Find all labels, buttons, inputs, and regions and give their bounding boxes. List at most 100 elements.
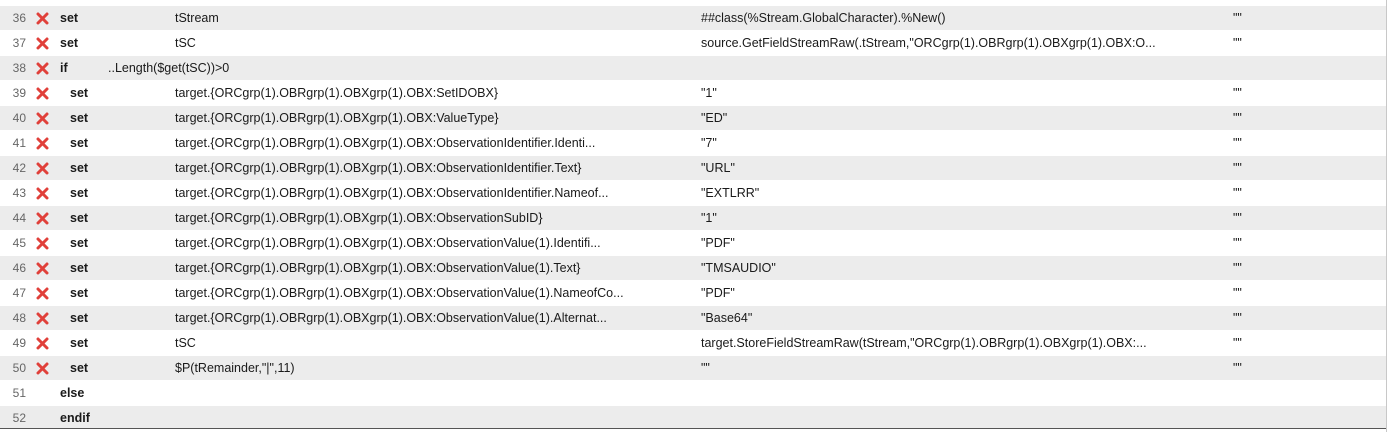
property-cell: target.{ORCgrp(1).OBRgrp(1).OBXgrp(1).OB… (175, 111, 499, 125)
action-row[interactable]: 41 set target.{ORCgrp(1).OBRgrp(1).OBXgrp(… (0, 131, 1387, 156)
action-keyword: set (70, 136, 89, 150)
action-row[interactable]: 42 set target.{ORCgrp(1).OBRgrp(1).OBXgrp(… (0, 156, 1387, 181)
action-keyword: set (70, 111, 89, 125)
action-row[interactable]: 51 else (0, 381, 1387, 406)
value-cell: "PDF" (701, 286, 735, 300)
action-row[interactable]: 45 set target.{ORCgrp(1).OBRgrp(1).OBXgrp(… (0, 231, 1387, 256)
property-cell: tStream (175, 11, 219, 25)
delete-x-icon[interactable] (34, 56, 50, 80)
property-cell: target.{ORCgrp(1).OBRgrp(1).OBXgrp(1).OB… (175, 236, 601, 250)
property-cell: target.{ORCgrp(1).OBRgrp(1).OBXgrp(1).OB… (175, 311, 607, 325)
action-cell: "" (1233, 136, 1242, 150)
line-number: 51 (12, 386, 26, 400)
value-cell: "ED" (701, 111, 728, 125)
action-cell: "" (1233, 286, 1242, 300)
action-keyword: else (60, 386, 85, 400)
line-number: 41 (12, 136, 26, 150)
delete-x-icon[interactable] (34, 31, 50, 55)
line-number: 46 (12, 261, 26, 275)
delete-x-icon[interactable] (34, 306, 50, 330)
delete-x-icon[interactable] (34, 131, 50, 155)
delete-x-icon[interactable] (34, 331, 50, 355)
delete-x-icon[interactable] (34, 256, 50, 280)
action-cell: "" (1233, 186, 1242, 200)
property-cell: tSC (175, 36, 196, 50)
value-cell: "TMSAUDIO" (701, 261, 776, 275)
property-cell: tSC (175, 336, 196, 350)
action-keyword: set (70, 261, 89, 275)
line-number: 52 (12, 411, 26, 425)
value-cell: ##class(%Stream.GlobalCharacter).%New() (701, 11, 946, 25)
line-number: 49 (12, 336, 26, 350)
property-cell: target.{ORCgrp(1).OBRgrp(1).OBXgrp(1).OB… (175, 161, 582, 175)
action-row[interactable]: 43 set target.{ORCgrp(1).OBRgrp(1).OBXgrp(… (0, 181, 1387, 206)
delete-x-icon[interactable] (34, 6, 50, 30)
action-row[interactable]: 49 set tSC target.StoreFieldStreamRaw(tStre… (0, 331, 1387, 356)
line-number: 37 (12, 36, 26, 50)
property-cell: target.{ORCgrp(1).OBRgrp(1).OBXgrp(1).OB… (175, 136, 596, 150)
action-row[interactable]: 50 set $P(tRemainder,"|",11) "" "" (0, 356, 1387, 381)
action-keyword: set (70, 236, 89, 250)
delete-x-icon[interactable] (34, 231, 50, 255)
property-cell: target.{ORCgrp(1).OBRgrp(1).OBXgrp(1).OB… (175, 86, 499, 100)
action-row[interactable]: 47 set target.{ORCgrp(1).OBRgrp(1).OBXgrp(… (0, 281, 1387, 306)
action-row[interactable]: 44 set target.{ORCgrp(1).OBRgrp(1).OBXgrp(… (0, 206, 1387, 231)
action-row[interactable]: 37 set tSC source.GetFieldStreamRaw(.tStrea… (0, 31, 1387, 56)
delete-x-icon[interactable] (34, 106, 50, 130)
property-cell: $P(tRemainder,"|",11) (175, 361, 295, 375)
action-row[interactable]: 48 set target.{ORCgrp(1).OBRgrp(1).OBXgrp(… (0, 306, 1387, 331)
delete-x-icon[interactable] (34, 156, 50, 180)
action-row[interactable]: 36 set tStream ##class(%Stream.GlobalCharac… (0, 6, 1387, 31)
action-cell: "" (1233, 236, 1242, 250)
line-number: 45 (12, 236, 26, 250)
action-keyword: endif (60, 411, 90, 425)
property-cell: target.{ORCgrp(1).OBRgrp(1).OBXgrp(1).OB… (175, 186, 609, 200)
line-number: 40 (12, 111, 26, 125)
action-cell: "" (1233, 86, 1242, 100)
value-cell: source.GetFieldStreamRaw(.tStream,"ORCgr… (701, 36, 1156, 50)
action-cell: "" (1233, 161, 1242, 175)
action-row[interactable]: 38 if ..Length($get(tSC))>0 (0, 56, 1387, 81)
delete-x-icon[interactable] (34, 356, 50, 380)
action-cell: "" (1233, 261, 1242, 275)
value-cell: "URL" (701, 161, 735, 175)
delete-x-icon[interactable] (34, 181, 50, 205)
action-keyword: set (70, 186, 89, 200)
action-row[interactable]: 40 set target.{ORCgrp(1).OBRgrp(1).OBXgrp(… (0, 106, 1387, 131)
line-number: 48 (12, 311, 26, 325)
value-cell: target.StoreFieldStreamRaw(tStream,"ORCg… (701, 336, 1147, 350)
line-number: 38 (12, 61, 26, 75)
property-cell: target.{ORCgrp(1).OBRgrp(1).OBXgrp(1).OB… (175, 286, 624, 300)
action-row[interactable]: 46 set target.{ORCgrp(1).OBRgrp(1).OBXgrp(… (0, 256, 1387, 281)
line-number: 43 (12, 186, 26, 200)
value-cell: "7" (701, 136, 717, 150)
value-cell: "Base64" (701, 311, 753, 325)
delete-x-icon[interactable] (34, 281, 50, 305)
action-keyword: set (70, 336, 89, 350)
dtl-action-table: 36 set tStream ##class(%Stream.GlobalCharac… (0, 0, 1387, 432)
delete-x-icon[interactable] (34, 206, 50, 230)
line-number: 44 (12, 211, 26, 225)
line-number: 42 (12, 161, 26, 175)
line-number: 50 (12, 361, 26, 375)
value-cell: "EXTLRR" (701, 186, 760, 200)
action-cell: "" (1233, 361, 1242, 375)
condition-text: ..Length($get(tSC))>0 (108, 61, 230, 75)
action-row[interactable]: 52 endif (0, 406, 1387, 429)
property-cell: target.{ORCgrp(1).OBRgrp(1).OBXgrp(1).OB… (175, 211, 543, 225)
value-cell: "1" (701, 211, 717, 225)
action-keyword: set (60, 36, 79, 50)
value-cell: "1" (701, 86, 717, 100)
action-keyword: set (70, 311, 89, 325)
action-keyword: set (70, 211, 89, 225)
action-keyword: set (70, 286, 89, 300)
action-keyword: set (70, 361, 89, 375)
action-row[interactable]: 39 set target.{ORCgrp(1).OBRgrp(1).OBXgrp(… (0, 81, 1387, 106)
action-cell: "" (1233, 111, 1242, 125)
line-number: 36 (12, 11, 26, 25)
action-cell: "" (1233, 211, 1242, 225)
delete-x-icon[interactable] (34, 81, 50, 105)
value-cell: "PDF" (701, 236, 735, 250)
action-cell: "" (1233, 11, 1242, 25)
line-number: 39 (12, 86, 26, 100)
